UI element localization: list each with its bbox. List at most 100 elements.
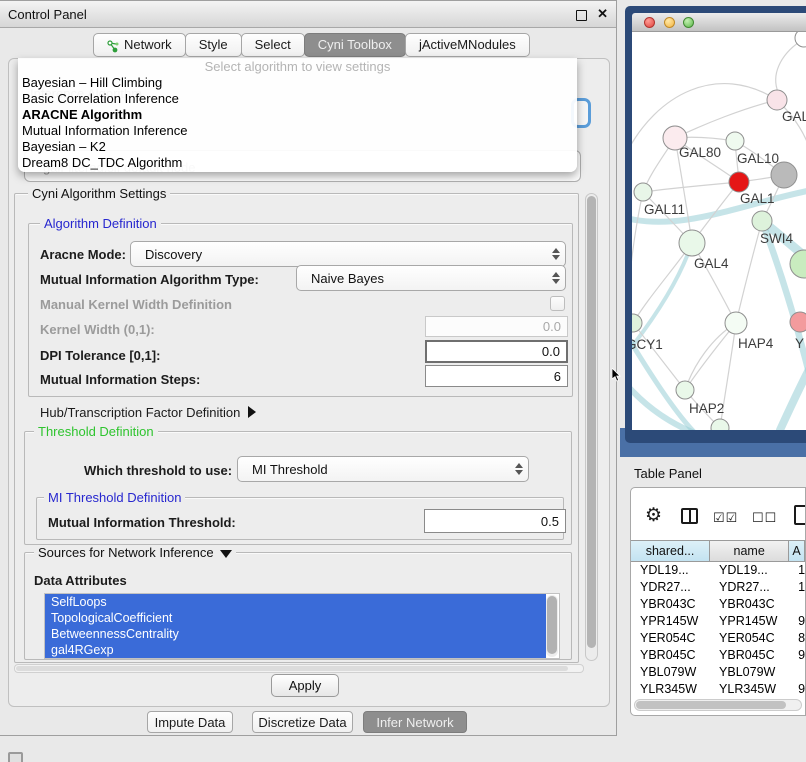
settings-vertical-scrollbar[interactable] [585, 193, 598, 661]
node-hap4[interactable] [725, 312, 747, 334]
column-header-a[interactable]: A [789, 541, 805, 561]
node-salmon-label: Y [795, 336, 804, 351]
hub-definition-toggle[interactable]: Hub/Transcription Factor Definition [40, 405, 256, 420]
table-row[interactable]: YBL079WYBL079W [631, 664, 805, 681]
node-gal4-label: GAL4 [694, 256, 729, 271]
column-header-name[interactable]: name [710, 541, 789, 561]
settings-horizontal-scrollbar[interactable] [14, 664, 584, 673]
table-horizontal-scrollbar[interactable] [634, 699, 802, 711]
data-attributes-list: SelfLoopsTopologicalCoefficientBetweenne… [44, 593, 560, 659]
mi-steps-field[interactable]: 6 [425, 365, 568, 387]
aracne-mode-combobox[interactable]: Discovery [130, 241, 566, 267]
mi-type-label: Mutual Information Algorithm Type: [40, 272, 259, 287]
columns-icon[interactable] [681, 508, 698, 524]
document-icon[interactable] [794, 505, 806, 525]
table-row[interactable]: YDL19...YDL19...13 [631, 562, 805, 579]
attribute-item-betweennesscentrality[interactable]: BetweennessCentrality [45, 626, 546, 642]
manual-kernel-checkbox[interactable] [550, 296, 565, 311]
float-panel-icon[interactable] [576, 10, 587, 21]
tab-style[interactable]: Style [185, 33, 242, 57]
table-row[interactable]: YDR27...YDR27...12 [631, 579, 805, 596]
algorithm-definition-title: Algorithm Definition [40, 216, 161, 231]
network-canvas[interactable]: GALGAL80GAL10GAL1GAL11SWI4GAL4GCY1HAP4YH… [632, 32, 806, 430]
node-gal10[interactable] [726, 132, 744, 150]
kernel-width-field[interactable]: 0.0 [425, 316, 568, 337]
table-rows: YDL19...YDL19...13YDR27...YDR27...12YBR0… [631, 562, 805, 701]
sources-toggle[interactable]: Sources for Network Inference [34, 545, 236, 560]
node-gal-pink[interactable] [767, 90, 787, 110]
table-row[interactable]: YBR045CYBR045C9. [631, 647, 805, 664]
node-salmon[interactable] [790, 312, 806, 332]
table-row[interactable]: YBR043CYBR043C [631, 596, 805, 613]
algorithm-item-mutual-information-inference[interactable]: Mutual Information Inference [18, 123, 577, 139]
attribute-item-topologicalcoefficient[interactable]: TopologicalCoefficient [45, 610, 546, 626]
tab-label: Style [199, 33, 228, 57]
table-cell [789, 596, 805, 613]
node-gal11[interactable] [634, 183, 652, 201]
bottom-tab-discretize-data[interactable]: Discretize Data [252, 711, 353, 733]
table-row[interactable]: YER054CYER054C8. [631, 630, 805, 647]
algorithm-item-dream8-dc-tdc-algorithm[interactable]: Dream8 DC_TDC Algorithm [18, 155, 577, 171]
collapsed-panel-handle[interactable] [8, 752, 23, 762]
zoom-window-icon[interactable] [683, 17, 694, 28]
stepper-icon[interactable] [552, 272, 560, 284]
node-top-right-partial[interactable] [795, 32, 806, 47]
algorithm-item-aracne-algorithm[interactable]: ARACNE Algorithm [18, 107, 577, 123]
table-cell [789, 664, 805, 681]
attribute-item-selfloops[interactable]: SelfLoops [45, 594, 546, 610]
network-window-titlebar[interactable] [632, 13, 806, 32]
table-row[interactable]: YLR345WYLR345W9. [631, 681, 805, 698]
algorithm-item-bayesian-k2[interactable]: Bayesian – K2 [18, 139, 577, 155]
which-threshold-value: MI Threshold [252, 462, 328, 477]
tab-cyni-toolbox[interactable]: Cyni Toolbox [304, 33, 406, 57]
control-panel: Control Panel ✕ Network Style SelectCyni T… [0, 0, 617, 736]
table-cell: 13 [789, 562, 805, 579]
minimize-window-icon[interactable] [664, 17, 675, 28]
algorithm-item-bayesian-hill-climbing[interactable]: Bayesian – Hill Climbing [18, 75, 577, 91]
bottom-tab-impute-data[interactable]: Impute Data [147, 711, 233, 733]
node-right-green[interactable] [790, 250, 806, 278]
dpi-tolerance-field[interactable]: 0.0 [425, 340, 568, 363]
manual-kernel-label: Manual Kernel Width Definition [40, 297, 232, 312]
mi-threshold-field[interactable]: 0.5 [424, 509, 566, 533]
algorithm-item-basic-correlation-inference[interactable]: Basic Correlation Inference [18, 91, 577, 107]
attributes-scrollbar[interactable] [546, 595, 558, 657]
node-bottom[interactable] [711, 419, 729, 430]
deselect-all-checkboxes-icon[interactable]: ☐☐ [752, 510, 777, 526]
attribute-item-gal4rgexp[interactable]: gal4RGexp [45, 642, 546, 658]
tab-network[interactable]: Network [93, 33, 186, 57]
tab-label: jActiveMNodules [419, 33, 516, 57]
gear-icon[interactable]: ⚙ [645, 506, 662, 525]
node-hap2-label: HAP2 [689, 401, 724, 416]
algorithm-dropdown-popup: Select algorithm to view settings Bayesi… [18, 58, 577, 172]
select-all-checkboxes-icon[interactable]: ☑☑ [713, 510, 738, 526]
tab-jactivemnodules[interactable]: jActiveMNodules [405, 33, 530, 57]
node-gal1[interactable] [729, 172, 749, 192]
close-window-icon[interactable] [644, 17, 655, 28]
node-gal4[interactable] [679, 230, 705, 256]
stepper-icon[interactable] [552, 248, 560, 260]
bottom-tab-infer-network[interactable]: Infer Network [363, 711, 467, 733]
mi-type-combobox[interactable]: Naive Bayes [296, 265, 566, 291]
dpi-tolerance-value: 0.0 [542, 344, 560, 359]
aracne-mode-label: Aracne Mode: [40, 247, 126, 262]
node-hap2[interactable] [676, 381, 694, 399]
control-panel-titlebar[interactable]: Control Panel ✕ [0, 1, 616, 28]
network-edge [780, 364, 806, 430]
apply-button[interactable]: Apply [271, 674, 339, 697]
node-swi4[interactable] [752, 211, 772, 231]
table-row[interactable]: YPR145WYPR145W9. [631, 613, 805, 630]
which-threshold-combobox[interactable]: MI Threshold [237, 456, 529, 482]
hub-definition-label: Hub/Transcription Factor Definition [40, 405, 240, 420]
column-header-shared[interactable]: shared... [631, 541, 710, 561]
stepper-icon[interactable] [515, 463, 523, 475]
chevron-down-icon [220, 550, 232, 558]
close-panel-icon[interactable]: ✕ [597, 6, 608, 22]
network-edge [643, 182, 739, 192]
control-panel-title: Control Panel [8, 7, 87, 22]
tab-select[interactable]: Select [241, 33, 305, 57]
mi-steps-label: Mutual Information Steps: [40, 372, 200, 387]
node-gcy1[interactable] [632, 314, 642, 332]
table-cell: YPR145W [710, 613, 789, 630]
table-cell: YBR045C [631, 647, 710, 664]
